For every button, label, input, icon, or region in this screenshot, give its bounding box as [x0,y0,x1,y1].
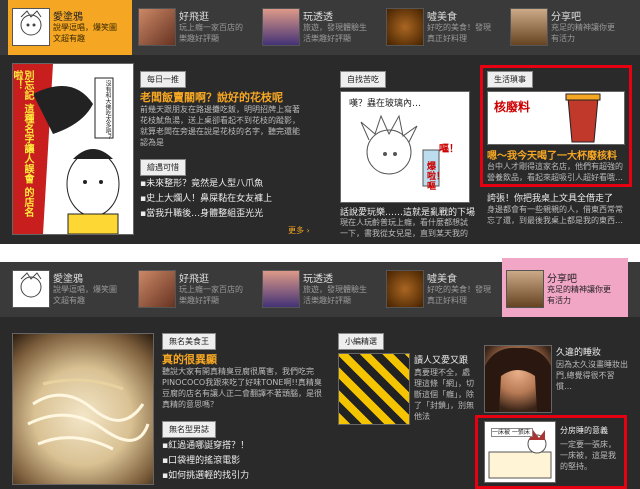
tab-title: 好飛逛 [179,12,209,23]
list-item-label: 當我升職後…身體整組歪光光 [146,209,264,219]
tab-subtitle: 玩上癮一家百店的樂趣好評顯 [179,285,243,305]
content-area: 別忘記 這種名字讓人誤會 的店名啦！ 沒有和大佛吃太多吧？ 每日一推 老闆飯賣關… [0,55,640,244]
tab-subtitle: 充足的精神讓你更有活力 [551,23,615,43]
tab-title: 愛塗鴉 [53,12,83,23]
article-title[interactable]: 久違的睡妝 [556,345,601,358]
category-label: 無名美食王 [162,333,216,350]
doodle-thumbnail [12,270,50,308]
list-item-link[interactable]: ▪史上大爛人！鼻屎黏在女友褲上 [140,191,272,204]
highlight-box [475,415,627,489]
tab-travel[interactable]: 玩透透 旅遊，發現體驗生活樂趣好評顯 [258,0,382,55]
tab-travel[interactable]: 玩透透 旅遊，發現體驗生活樂趣好評顯 [258,262,382,317]
content-area: 無名美食王 真的很異顯 聽說大家有開真精臭豆腐很厲害，我們吃完PINOCOCO我… [0,317,640,489]
list-item-link[interactable]: ▪未來整形？竟然是人型八爪魚 [140,176,263,189]
comic-caption: 別忘記 這種名字讓人誤會 的店名啦！ [12,70,33,217]
share-thumbnail [510,8,548,46]
portrait-image[interactable] [484,345,552,413]
tab-title: 好飛逛 [179,274,209,285]
tab-subtitle: 說學逗唱，爆笑圖文超有趣 [53,23,117,43]
food-image[interactable] [12,333,154,485]
food-thumbnail [386,270,424,308]
article-image[interactable] [338,353,410,425]
article-body: 身邊都會有一些親親的人，借東西常常忘了還，到最後我桌上都是我的東西… [487,205,623,225]
tab-subtitle: 充足的精神讓你更有活力 [547,285,611,305]
panel-bottom: 愛塗鴉 說學逗唱，爆笑圖文超有趣 好飛逛 玩上癮一家百店的樂趣好評顯 玩透透 旅… [0,258,640,489]
tab-share[interactable]: 分享吧 充足的精神讓你更有活力 [506,0,636,55]
comic-image[interactable]: 嘆？蟲在玻璃內… 嘔！ 爆啦！嘔 [340,91,470,203]
travel-thumbnail [262,270,300,308]
tab-title: 分享吧 [547,274,577,285]
article-title[interactable]: 老闆飯賣關啊？說好的花枝呢 [140,89,283,105]
tab-food[interactable]: 噓美食 好吃的美食！發現真正好料理 [382,262,502,317]
comic-image[interactable]: 別忘記 這種名字讓人誤會 的店名啦！ 沒有和大佛吃太多吧？ [12,63,134,235]
article-body: 現在人玩齡普玩上癮，看什麼都想試一下，書我從女兒是，直到某天我的 [340,218,468,238]
doodle-thumbnail [12,8,50,46]
tab-shopping[interactable]: 好飛逛 玩上癮一家百店的樂趣好評顯 [134,0,258,55]
shopping-thumbnail [138,270,176,308]
tab-title: 玩透透 [303,12,333,23]
tab-title: 噓美食 [427,12,457,23]
category-label: 繪遇可惜 [140,159,186,176]
list-item-link[interactable]: ▪紅過通哪誕穿搭？！ [162,438,249,451]
list-item-label: 未來整形？竟然是人型八爪魚 [146,179,264,189]
category-label: 每日一推 [140,71,186,88]
category-tabbar: 愛塗鴉 說學逗唱，爆笑圖文超有趣 好飛逛 玩上癮一家百店的樂趣好評顯 玩透透 旅… [0,258,640,330]
comic-bubble: 爆啦！嘔 [427,162,446,192]
more-link[interactable]: 更多 › [288,225,310,236]
category-label: 自找苦吃 [340,71,386,88]
tab-subtitle: 說學逗唱，爆笑圖文超有趣 [53,285,117,305]
article-body: 因為太久沒畫睡妝出門,總覺得很不習慣… [556,360,628,391]
list-item-link[interactable]: ▪口袋裡的搖滾電影 [162,453,240,466]
tab-shopping[interactable]: 好飛逛 玩上癮一家百店的樂趣好評顯 [134,262,258,317]
article-body: 聽說大家有開真精臭豆腐很厲害，我們吃完PINOCOCO我跟來吃了好味TONE啊!… [162,367,322,409]
panel-top: 愛塗鴉 說學逗唱，爆笑圖文超有趣 好飛逛 玩上癮一家百店的樂趣好評顯 玩透透 旅… [0,0,640,244]
tab-subtitle: 旅遊，發現體驗生活樂趣好評顯 [303,23,367,43]
tab-share[interactable]: 分享吧 充足的精神讓你更有活力 [502,258,628,330]
list-item-label: 紅過通哪誕穿搭？！ [168,441,250,451]
article-body: 前幾天跟朋友在路邊攤吃飯，明明招牌上寫著花枝魷魚湯，送上桌卻看起不到花枝的蹤影，… [140,105,300,147]
comic-bubble: 嘆？蟲在玻璃內… [349,99,422,109]
highlight-box [480,65,632,187]
list-item-label: 如何挑選輕的找引力 [168,471,250,481]
shopping-thumbnail [138,8,176,46]
tab-subtitle: 旅遊，發現體驗生活樂趣好評顯 [303,285,367,305]
list-item-label: 口袋裡的搖滾電影 [168,456,241,466]
tab-subtitle: 好吃的美食！發現真正好料理 [427,285,491,305]
list-item-link[interactable]: ▪如何挑選輕的找引力 [162,468,249,481]
comic-bubble: 嘔！ [439,144,459,155]
tab-title: 分享吧 [551,12,581,23]
category-label: 無名型男誌 [162,421,216,438]
list-item-link[interactable]: ▪當我升職後…身體整組歪光光 [140,206,263,219]
tab-subtitle: 好吃的美食！發現真正好料理 [427,23,491,43]
tab-doodle[interactable]: 愛塗鴉 說學逗唱，爆笑圖文超有趣 [8,0,132,70]
food-thumbnail [386,8,424,46]
tab-food[interactable]: 噓美食 好吃的美食！發現真正好料理 [382,0,506,55]
category-tabbar: 愛塗鴉 說學逗唱，爆笑圖文超有趣 好飛逛 玩上癮一家百店的樂趣好評顯 玩透透 旅… [0,0,640,70]
tab-title: 玩透透 [303,274,333,285]
tab-title: 愛塗鴉 [53,274,83,285]
article-body: 真要理不全，處理這條「網」，切斷這個「癮」，除了「封鎖」，別無他法 [414,368,474,421]
tab-subtitle: 玩上癮一家百店的樂趣好評顯 [179,23,243,43]
article-title[interactable]: 誇張！你把我桌上文具全借走了 [487,191,613,204]
article-title[interactable]: 真的很異顯 [162,351,217,367]
article-title[interactable]: 讀人又愛又跟 [414,353,468,366]
list-item-label: 史上大爛人！鼻屎黏在女友褲上 [146,194,273,204]
travel-thumbnail [262,8,300,46]
tab-doodle[interactable]: 愛塗鴉 說學逗唱，爆笑圖文超有趣 [8,262,132,317]
share-thumbnail [506,270,544,308]
category-label: 小編精選 [338,333,384,350]
comic-bubble: 沒有和大佛吃太多吧？ [104,80,111,140]
tab-title: 噓美食 [427,274,457,285]
